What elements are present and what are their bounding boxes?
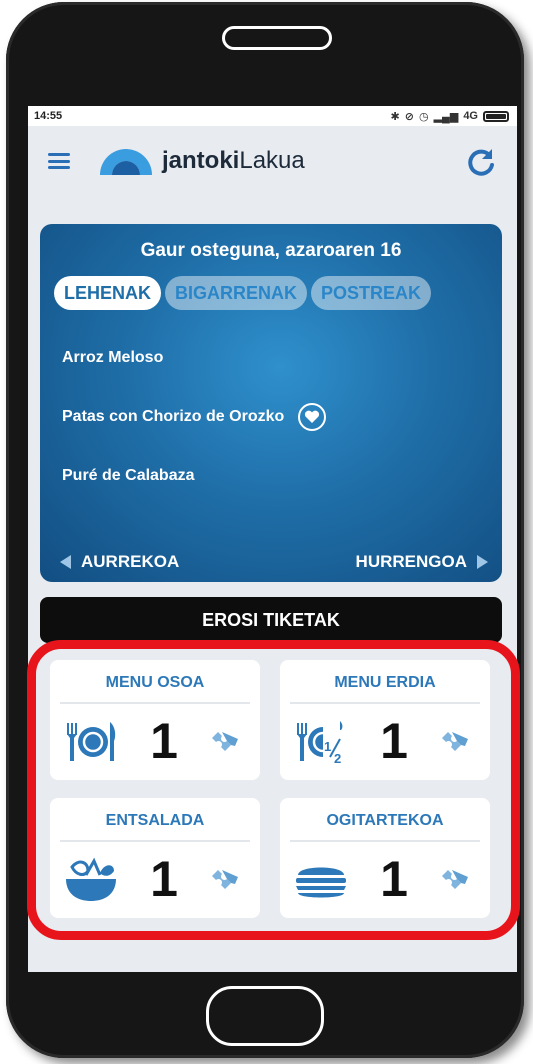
battery-icon [483, 110, 509, 122]
status-time: 14:55 [34, 110, 63, 122]
svg-text:2: 2 [334, 751, 341, 765]
day-pager: AURREKOA HURRENGOA [60, 552, 488, 572]
svg-text:1: 1 [324, 739, 331, 754]
ticket-tile-ogitartekoa[interactable]: OGITARTEKOA 1 [280, 798, 490, 918]
network-type: 4G [463, 110, 478, 122]
half-plate-icon: 1 2 [297, 721, 343, 765]
ticket-count: 1 [150, 851, 178, 907]
dish-list: Arroz Meloso Patas con Chorizo de Orozko… [62, 344, 502, 490]
dish-item[interactable]: Arroz Meloso [62, 344, 502, 372]
ticket-title: ENTSALADA [105, 812, 205, 829]
ticket-tile-menu-erdia[interactable]: MENU ERDIA 1 2 1 [280, 660, 490, 780]
ticket-title: MENU OSOA [105, 674, 205, 691]
ticket-count: 1 [380, 713, 408, 769]
course-tabs: LEHENAK BIGARRENAK POSTREAK [54, 276, 502, 310]
alarm-icon: ◷ [418, 110, 429, 123]
ticket-tile-menu-osoa[interactable]: MENU OSOA 1 [50, 660, 260, 780]
heart-icon[interactable] [298, 403, 327, 431]
tab-bigarrenak[interactable]: BIGARRENAK [165, 276, 308, 310]
dish-name: Patas con Chorizo de Orozko [62, 408, 285, 425]
refresh-icon[interactable] [465, 146, 497, 178]
app-screen: 14:55 ✱ ⊘ ◷ ▂▄▆ 4G jantoki Lakua Gaur ost… [28, 106, 517, 972]
status-icons: ✱ ⊘ ◷ ▂▄▆ 4G [391, 110, 509, 123]
status-bar: 14:55 ✱ ⊘ ◷ ▂▄▆ 4G [28, 106, 517, 126]
logo-arch-icon [100, 149, 152, 175]
menu-icon[interactable] [48, 153, 70, 169]
ticket-icon [442, 870, 468, 889]
ticket-grid: MENU OSOA 1 MENU ERDIA 1 2 1 ENTSALADA 1… [50, 660, 490, 918]
ticket-icon [442, 732, 468, 751]
ticket-count: 1 [380, 851, 408, 907]
ticket-count: 1 [150, 713, 178, 769]
phone-speaker [222, 26, 332, 50]
brand-name-bold: jantoki [162, 147, 240, 174]
tab-postreak[interactable]: POSTREAK [311, 276, 432, 310]
sandwich-icon [296, 867, 346, 898]
buy-tickets-label: EROSI TIKETAK [202, 609, 340, 630]
dish-name: Puré de Calabaza [62, 467, 195, 484]
tab-lehenak[interactable]: LEHENAK [54, 276, 162, 310]
plate-utensils-icon [67, 722, 116, 761]
chevron-right-icon [477, 555, 488, 569]
previous-label: AURREKOA [81, 552, 180, 571]
app-logo: jantoki Lakua [98, 147, 305, 175]
next-day-button[interactable]: HURRENGOA [356, 552, 488, 572]
bluetooth-icon: ✱ [390, 110, 400, 123]
dish-item[interactable]: Patas con Chorizo de Orozko [62, 403, 502, 431]
home-button[interactable] [206, 986, 324, 1046]
signal-icon: ▂▄▆ [433, 110, 459, 123]
previous-day-button[interactable]: AURREKOA [60, 552, 179, 572]
ticket-icon [212, 870, 238, 889]
buy-tickets-button[interactable]: EROSI TIKETAK [40, 597, 502, 643]
app-bar: jantoki Lakua [28, 126, 517, 196]
next-label: HURRENGOA [355, 552, 467, 571]
dish-item[interactable]: Puré de Calabaza [62, 462, 502, 490]
mute-icon: ⊘ [404, 110, 414, 123]
chevron-left-icon [60, 555, 71, 569]
salad-bowl-icon [66, 857, 116, 901]
ticket-icon [212, 732, 238, 751]
ticket-tile-entsalada[interactable]: ENTSALADA 1 [50, 798, 260, 918]
brand-name-light: Lakua [239, 147, 305, 174]
ticket-title: MENU ERDIA [334, 674, 436, 691]
dish-name: Arroz Meloso [62, 349, 164, 366]
menu-date: Gaur osteguna, azaroaren 16 [140, 240, 402, 261]
daily-menu-card: Gaur osteguna, azaroaren 16 LEHENAK BIGA… [40, 224, 502, 582]
ticket-title: OGITARTEKOA [326, 812, 444, 829]
